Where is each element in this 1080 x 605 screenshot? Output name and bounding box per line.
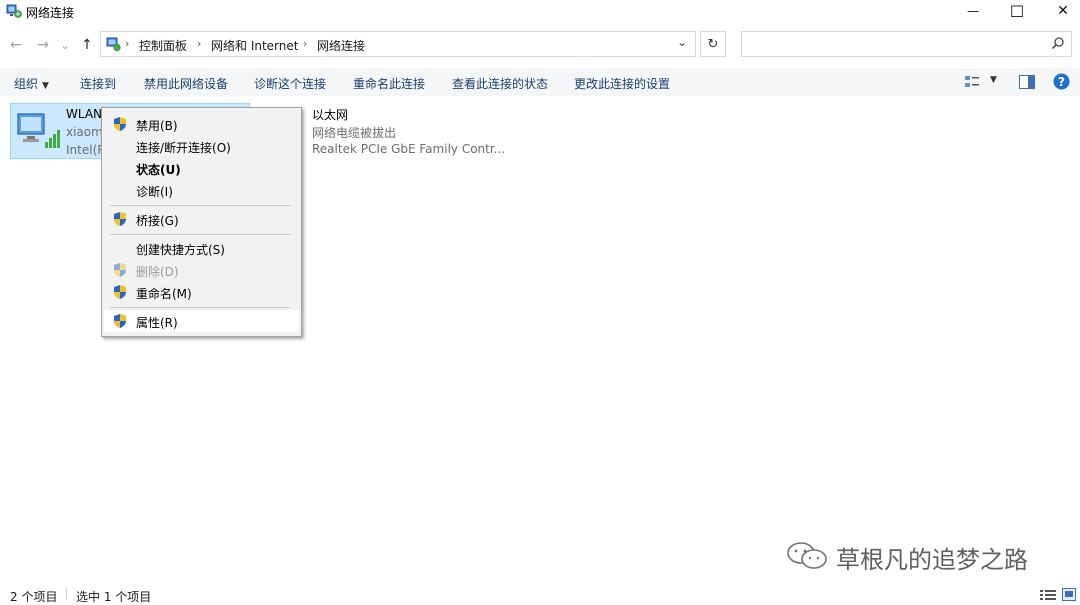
caret-down-icon: ▼ [990, 75, 997, 85]
network-connections-icon [6, 4, 22, 18]
breadcrumb-separator: › [303, 37, 308, 50]
up-arrow-icon: ↑ [81, 37, 93, 53]
menu-label: 诊断(I) [136, 185, 173, 199]
preview-pane-icon[interactable] [1019, 75, 1035, 89]
menu-label: 删除(D) [136, 265, 179, 279]
menu-label: 创建快捷方式(S) [136, 243, 225, 257]
change-view-button[interactable]: ▼ [964, 74, 1002, 90]
search-input[interactable] [741, 31, 1072, 57]
address-dropdown-icon[interactable]: ⌄ [677, 35, 687, 49]
status-divider [66, 588, 67, 600]
watermark: 草根凡的追梦之路 [786, 538, 1056, 574]
menu-separator [110, 234, 291, 235]
menu-label: 桥接(G) [136, 214, 179, 228]
uac-shield-icon [114, 314, 126, 328]
menu-separator [110, 307, 291, 308]
wechat-icon [787, 542, 827, 569]
minimize-button[interactable]: — [950, 0, 996, 22]
item-count: 2 个项目 [10, 590, 58, 604]
menu-label: 连接/断开连接(O) [136, 141, 231, 155]
uac-shield-icon [114, 117, 126, 131]
wireless-adapter-icon [17, 113, 60, 148]
chevron-down-icon: ⌄ [60, 38, 70, 52]
item-device: Realtek PCIe GbE Family Contr... [312, 142, 506, 156]
control-panel-icon [106, 37, 121, 52]
menu-item-bridge[interactable]: 桥接(G) [104, 208, 299, 230]
view-options-icon [965, 76, 979, 87]
title-bar: 网络连接 — ☐ ✕ [0, 0, 1080, 24]
forward-arrow-icon: → [37, 37, 49, 53]
help-icon[interactable]: ? [1053, 73, 1070, 90]
item-device: Intel(R [66, 143, 106, 157]
back-button[interactable]: ← [6, 34, 26, 56]
breadcrumb-separator: › [125, 37, 130, 50]
caret-down-icon: ▼ [42, 81, 49, 91]
menu-label: 属性(R) [136, 316, 178, 330]
breadcrumb-network-internet[interactable]: 网络和 Internet [211, 37, 298, 54]
connect-to-button[interactable]: 连接到 [80, 75, 116, 92]
rename-button[interactable]: 重命名此连接 [353, 75, 425, 92]
organize-button[interactable]: 组织 ▼ [14, 75, 49, 92]
uac-shield-icon [114, 212, 126, 226]
item-name: 以太网 [312, 108, 349, 122]
menu-item-diagnose[interactable]: 诊断(I) [104, 179, 299, 201]
menu-item-disable[interactable]: 禁用(B) [104, 113, 299, 135]
change-settings-button[interactable]: 更改此连接的设置 [574, 75, 670, 92]
uac-shield-icon [114, 263, 126, 277]
back-arrow-icon: ← [10, 37, 22, 53]
refresh-icon: ↻ [707, 36, 719, 52]
maximize-button[interactable]: ☐ [994, 0, 1040, 22]
item-status: 网络电缆被拔出 [312, 126, 397, 140]
disable-device-button[interactable]: 禁用此网络设备 [144, 75, 228, 92]
command-bar: 组织 ▼ 连接到 禁用此网络设备 诊断这个连接 重命名此连接 查看此连接的状态 更… [0, 68, 1080, 96]
view-status-button[interactable]: 查看此连接的状态 [452, 75, 548, 92]
up-button[interactable]: ↑ [77, 34, 97, 56]
address-bar[interactable]: › 控制面板 › 网络和 Internet › 网络连接 ⌄ [100, 31, 696, 57]
menu-item-properties[interactable]: 属性(R) [104, 310, 299, 332]
window-title: 网络连接 [26, 6, 75, 20]
close-button[interactable]: ✕ [1040, 0, 1080, 22]
breadcrumb-separator: › [197, 37, 202, 50]
maximize-icon: ☐ [1009, 1, 1025, 21]
details-view-icon[interactable] [1040, 589, 1056, 601]
menu-item-connect-disconnect[interactable]: 连接/断开连接(O) [104, 135, 299, 157]
menu-separator [110, 205, 291, 206]
diagnose-button[interactable]: 诊断这个连接 [254, 75, 326, 92]
menu-label: 禁用(B) [136, 119, 178, 133]
menu-item-create-shortcut[interactable]: 创建快捷方式(S) [104, 237, 299, 259]
status-bar: 2 个项目 选中 1 个项目 [0, 584, 1080, 604]
menu-item-delete: 删除(D) [104, 259, 299, 281]
forward-button[interactable]: → [33, 34, 53, 56]
organize-label: 组织 [14, 77, 39, 91]
context-menu: 禁用(B) 连接/断开连接(O) 状态(U) 诊断(I) 桥接(G) 创建快捷方… [101, 107, 302, 337]
selected-count: 选中 1 个项目 [76, 590, 152, 604]
breadcrumb-network-connections[interactable]: 网络连接 [317, 37, 365, 54]
item-name: WLAN [66, 107, 103, 121]
breadcrumb-control-panel[interactable]: 控制面板 [139, 37, 187, 54]
large-icons-view-icon[interactable] [1062, 588, 1076, 601]
search-icon [1051, 37, 1064, 50]
svg-text:?: ? [1058, 75, 1065, 89]
refresh-button[interactable]: ↻ [700, 31, 726, 57]
watermark-text: 草根凡的追梦之路 [836, 546, 1028, 574]
minimize-icon: — [967, 4, 979, 18]
recent-locations-button[interactable]: ⌄ [58, 34, 72, 56]
menu-item-status[interactable]: 状态(U) [104, 157, 299, 179]
menu-label: 状态(U) [136, 163, 181, 177]
uac-shield-icon [114, 285, 126, 299]
menu-item-rename[interactable]: 重命名(M) [104, 281, 299, 303]
close-icon: ✕ [1057, 3, 1069, 19]
menu-label: 重命名(M) [136, 287, 192, 301]
